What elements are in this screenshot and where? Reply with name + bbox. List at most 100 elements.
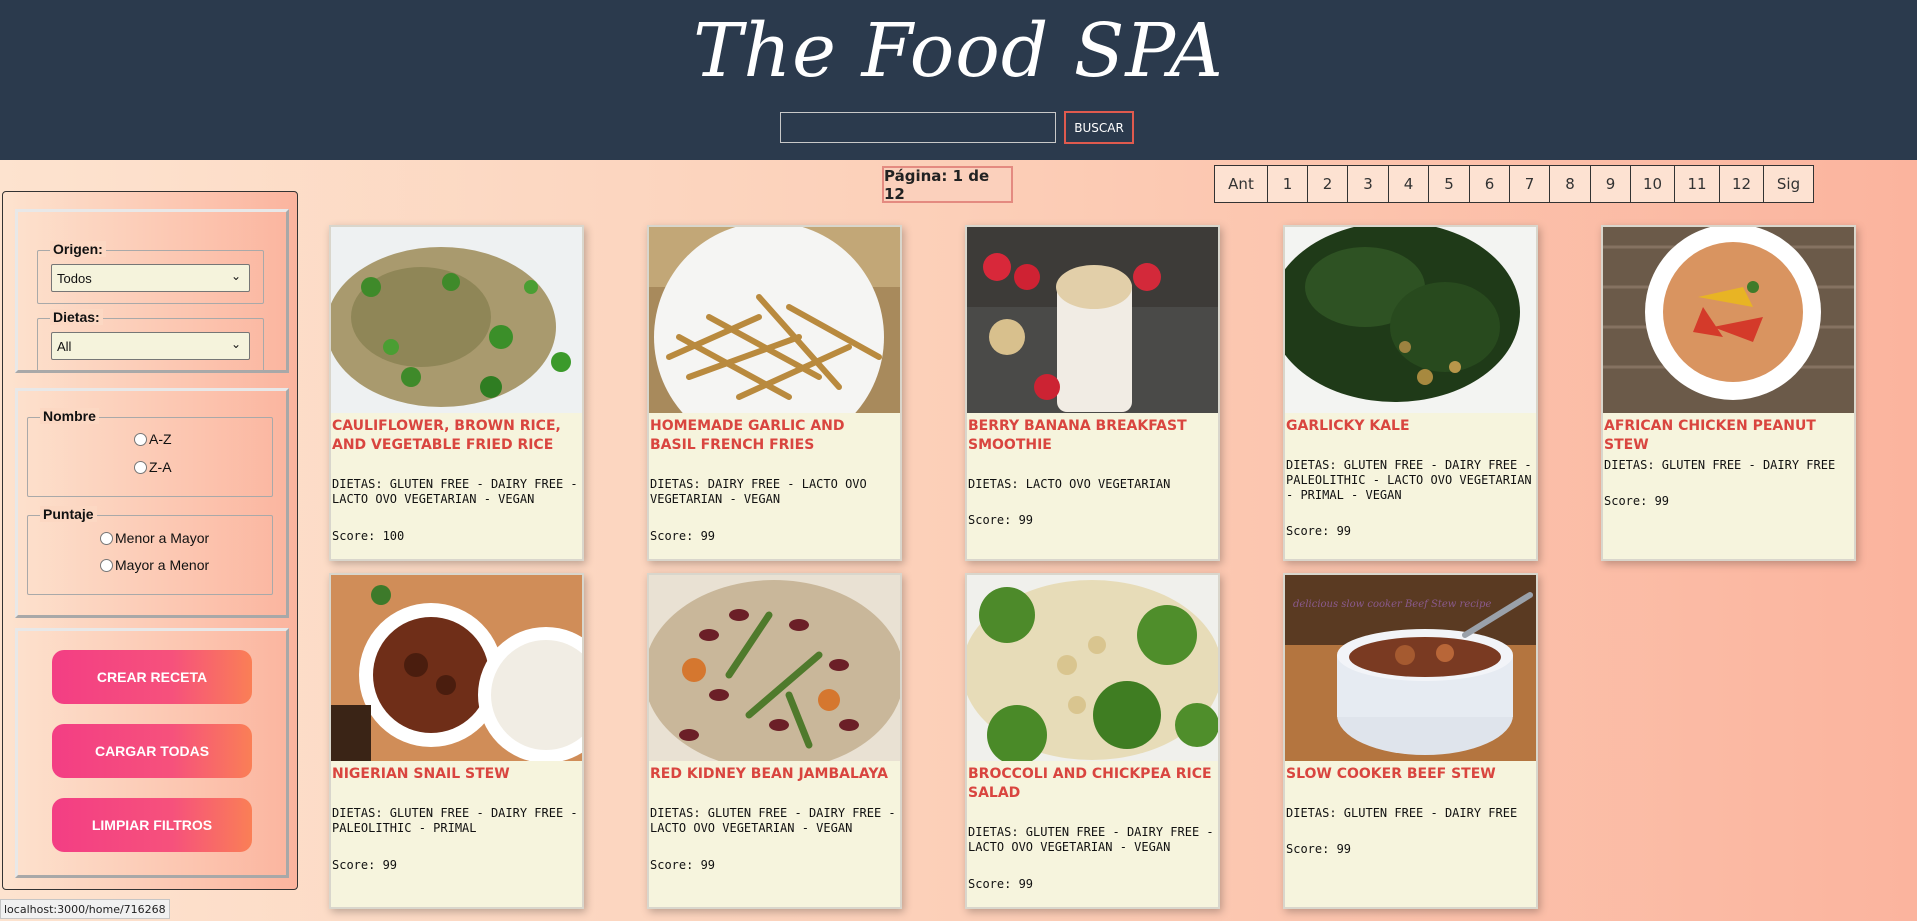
origen-group: Origen: Todos ⌄ <box>37 241 264 304</box>
recipe-card[interactable]: Garlicky Kale Dietas: gluten free - dair… <box>1283 225 1538 561</box>
radio-button[interactable] <box>100 531 113 545</box>
recipe-card[interactable]: African Chicken Peanut Stew Dietas: glut… <box>1601 225 1856 561</box>
page-button-11[interactable]: 11 <box>1675 165 1720 203</box>
score-desc-label: Mayor a Menor <box>115 557 210 573</box>
recipe-image <box>1603 227 1854 413</box>
recipe-image <box>331 575 582 761</box>
nombre-label: Nombre <box>40 408 99 424</box>
page-button-6[interactable]: 6 <box>1470 165 1510 203</box>
origen-selected-value: Todos <box>57 270 92 286</box>
sort-za-label: Z-A <box>149 459 172 475</box>
chevron-down-icon: ⌄ <box>230 269 241 283</box>
load-all-button[interactable]: CARGAR TODAS <box>52 724 252 778</box>
recipe-diets: Dietas: dairy free - lacto ovo vegetaria… <box>650 477 867 506</box>
radio-button[interactable] <box>134 432 147 446</box>
page-button-1[interactable]: 1 <box>1268 165 1308 203</box>
prev-page-button[interactable]: Ant <box>1214 165 1268 203</box>
dietas-select[interactable]: All ⌄ <box>51 332 250 360</box>
recipe-score: Score: 100 <box>332 529 405 543</box>
recipe-score: Score: 99 <box>650 858 716 872</box>
recipe-image: delicious slow cooker Beef Stew recipe <box>1285 575 1536 761</box>
recipe-score: Score: 99 <box>650 529 716 543</box>
origen-select[interactable]: Todos ⌄ <box>51 264 250 292</box>
puntaje-group: Puntaje Menor a Mayor Mayor a Menor <box>27 506 273 595</box>
recipe-title: Slow Cooker Beef Stew <box>1286 766 1496 782</box>
sort-panel: Nombre A-Z Z-A Puntaje Menor a Mayor May… <box>15 388 289 618</box>
page-button-10[interactable]: 10 <box>1631 165 1675 203</box>
recipe-card[interactable]: Berry Banana Breakfast Smoothie Dietas: … <box>965 225 1220 561</box>
recipe-diets: Dietas: gluten free - dairy free - lacto… <box>332 477 578 506</box>
chevron-down-icon: ⌄ <box>230 337 241 351</box>
recipe-image <box>1285 227 1536 413</box>
recipe-diets: Dietas: gluten free - dairy free - paleo… <box>332 806 578 835</box>
recipe-score: Score: 99 <box>1604 494 1670 508</box>
recipe-card[interactable]: Cauliflower, Brown Rice, and Vegetable F… <box>329 225 584 561</box>
recipe-score: Score: 99 <box>968 877 1034 891</box>
recipe-image <box>967 575 1218 761</box>
page-button-8[interactable]: 8 <box>1550 165 1591 203</box>
page-button-7[interactable]: 7 <box>1510 165 1550 203</box>
site-title: The Food SPA <box>693 8 1224 94</box>
puntaje-label: Puntaje <box>40 506 97 522</box>
recipe-image <box>649 227 900 413</box>
recipe-title: Berry Banana Breakfast Smoothie <box>968 418 1187 453</box>
clear-filters-button[interactable]: LIMPIAR FILTROS <box>52 798 252 852</box>
recipe-title: Nigerian Snail Stew <box>332 766 510 782</box>
sort-az-option[interactable]: A-Z <box>134 431 172 447</box>
filter-panel: Origen: Todos ⌄ Dietas: All ⌄ <box>15 209 289 373</box>
recipe-title: Garlicky Kale <box>1286 418 1410 434</box>
nombre-group: Nombre A-Z Z-A <box>27 408 273 497</box>
page-button-4[interactable]: 4 <box>1389 165 1429 203</box>
page-button-2[interactable]: 2 <box>1308 165 1348 203</box>
score-asc-label: Menor a Mayor <box>115 530 210 546</box>
recipe-diets: Dietas: gluten free - dairy free <box>1604 458 1836 472</box>
recipe-score: Score: 99 <box>332 858 398 872</box>
recipe-diets: Dietas: gluten free - dairy free - lacto… <box>968 825 1214 854</box>
dietas-group: Dietas: All ⌄ <box>37 309 264 372</box>
recipe-image <box>331 227 582 413</box>
origen-label: Origen: <box>50 241 106 257</box>
recipe-card[interactable]: Homemade Garlic and Basil French Fries D… <box>647 225 902 561</box>
radio-button[interactable] <box>134 460 147 474</box>
recipe-title: Broccoli and Chickpea Rice Salad <box>968 766 1212 801</box>
recipe-title: Homemade Garlic and Basil French Fries <box>650 418 845 453</box>
page-button-5[interactable]: 5 <box>1429 165 1470 203</box>
dietas-label: Dietas: <box>50 309 103 325</box>
sort-za-option[interactable]: Z-A <box>134 459 172 475</box>
score-asc-option[interactable]: Menor a Mayor <box>100 530 209 546</box>
header: The Food SPA BUSCAR <box>0 0 1917 160</box>
page-button-3[interactable]: 3 <box>1348 165 1389 203</box>
recipe-score: Score: 99 <box>1286 842 1352 856</box>
recipe-diets: Dietas: gluten free - dairy free - lacto… <box>650 806 896 835</box>
recipe-card[interactable]: Red Kidney Bean Jambalaya Dietas: gluten… <box>647 573 902 909</box>
recipe-diets: Dietas: lacto ovo vegetarian <box>968 477 1171 491</box>
page-button-12[interactable]: 12 <box>1720 165 1764 203</box>
recipe-image <box>649 575 900 761</box>
actions-panel: CREAR RECETA CARGAR TODAS LIMPIAR FILTRO… <box>15 628 289 878</box>
score-desc-option[interactable]: Mayor a Menor <box>100 557 209 573</box>
recipe-score: Score: 99 <box>1286 524 1352 538</box>
recipe-card[interactable]: Broccoli and Chickpea Rice Salad Dietas:… <box>965 573 1220 909</box>
recipe-diets: Dietas: gluten free - dairy free <box>1286 806 1518 820</box>
recipe-card[interactable]: Nigerian Snail Stew Dietas: gluten free … <box>329 573 584 909</box>
recipe-title: Cauliflower, Brown Rice, and Vegetable F… <box>332 418 561 453</box>
recipe-title: Red Kidney Bean Jambalaya <box>650 766 888 782</box>
recipe-card[interactable]: delicious slow cooker Beef Stew recipe S… <box>1283 573 1538 909</box>
recipe-title: African Chicken Peanut Stew <box>1604 418 1816 453</box>
next-page-button[interactable]: Sig <box>1764 165 1814 203</box>
status-bar-url: localhost:3000/home/716268 <box>0 899 170 919</box>
filter-sidebar: Origen: Todos ⌄ Dietas: All ⌄ Nombre A-Z… <box>2 191 298 890</box>
create-recipe-button[interactable]: CREAR RECETA <box>52 650 252 704</box>
radio-button[interactable] <box>100 558 113 572</box>
image-overlay-text: delicious slow cooker Beef Stew recipe <box>1293 599 1491 610</box>
recipe-image <box>967 227 1218 413</box>
page-button-9[interactable]: 9 <box>1591 165 1631 203</box>
recipe-score: Score: 99 <box>968 513 1034 527</box>
recipe-diets: Dietas: gluten free - dairy free - paleo… <box>1286 458 1532 502</box>
page-indicator: Página: 1 de 12 <box>882 166 1013 203</box>
dietas-selected-value: All <box>57 338 72 354</box>
search-input[interactable] <box>780 112 1056 143</box>
pagination: Ant 1 2 3 4 5 6 7 8 9 10 11 12 Sig <box>1214 165 1814 203</box>
search-button[interactable]: BUSCAR <box>1064 111 1134 144</box>
sort-az-label: A-Z <box>149 431 172 447</box>
